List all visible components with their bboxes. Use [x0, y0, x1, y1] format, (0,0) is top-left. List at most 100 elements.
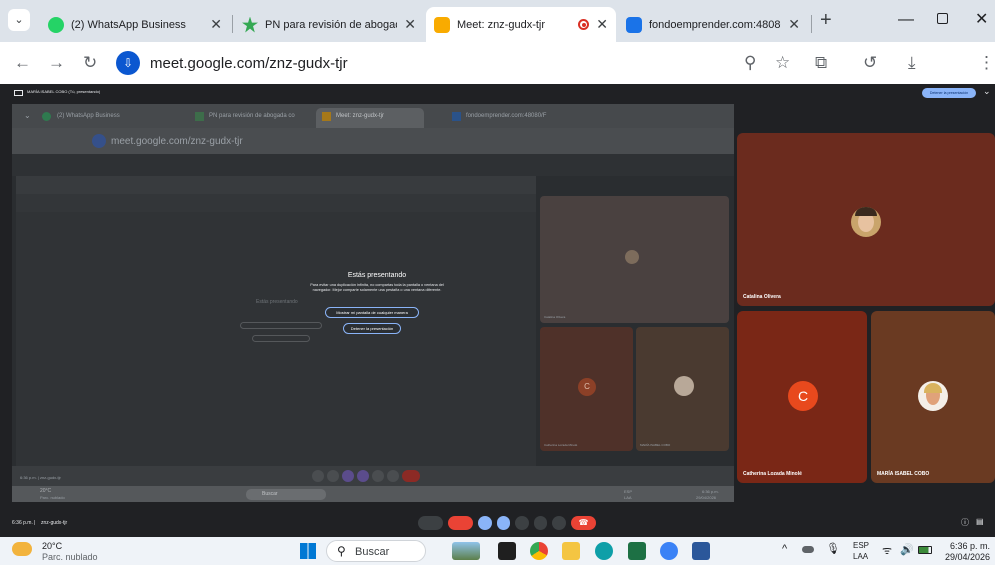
- nested-search-text: Buscar: [262, 491, 278, 497]
- tab-pn-revision[interactable]: PN para revisión de abogada con ✕: [234, 7, 424, 42]
- presenting-bar: MARÍA ISABEL COBO (Tú, presentando) Dete…: [0, 84, 995, 102]
- close-icon[interactable]: ✕: [596, 16, 608, 33]
- clock-time[interactable]: 6:36 p. m.: [944, 541, 990, 551]
- menu-icon[interactable]: ⋮: [978, 53, 995, 73]
- nested-name: Catherina Lozada Minolé: [544, 443, 578, 447]
- tab-fondoemprender[interactable]: fondoemprender.com:48080/For ✕: [618, 7, 808, 42]
- taskbar-search[interactable]: ⚲ Buscar: [326, 540, 426, 562]
- meeting-code: znz-gudx-tjr: [41, 520, 68, 526]
- more-options-button[interactable]: [552, 516, 566, 530]
- forward-button[interactable]: →: [48, 53, 65, 73]
- tab-whatsapp[interactable]: (2) WhatsApp Business ✕: [40, 7, 230, 42]
- stop-presenting-label: Detener la presentación: [929, 91, 969, 95]
- meet-icon: [434, 16, 450, 33]
- participant-tile-catalina[interactable]: Catalina Olivera: [737, 133, 995, 306]
- nested-temp: 20°C: [40, 488, 52, 494]
- site-info-icon[interactable]: ⇩: [116, 51, 140, 75]
- stop-presenting-button[interactable]: Detener la presentación: [922, 88, 976, 98]
- participant-tile-maria-isabel[interactable]: MARÍA ISABEL COBO: [871, 311, 995, 483]
- weather-temp[interactable]: 20°C: [42, 541, 62, 551]
- onedrive-icon[interactable]: [802, 546, 814, 553]
- nested-tab-label: fondoemprender.com:48080/F: [466, 113, 547, 119]
- raise-hand-button[interactable]: [533, 516, 548, 530]
- nested-lang: ESP: [624, 489, 633, 494]
- nested-search: [246, 489, 326, 500]
- nested-clock: 6:36 p.m.: [702, 489, 719, 494]
- tab-meet[interactable]: Meet: znz-gudx-tjr ✕: [426, 7, 616, 42]
- minimize-button[interactable]: —: [898, 11, 914, 29]
- close-icon[interactable]: ✕: [210, 16, 222, 33]
- copilot-icon[interactable]: [660, 542, 678, 560]
- show-screen-anyway-button[interactable]: Mostrar mi pantalla de cualquier manera: [325, 307, 419, 318]
- history-icon[interactable]: ↺: [863, 53, 877, 73]
- emoji-button[interactable]: [515, 516, 529, 530]
- language-indicator[interactable]: ESP: [853, 541, 869, 550]
- clock-date[interactable]: 29/04/2026: [940, 552, 990, 562]
- restore-button[interactable]: [937, 13, 948, 24]
- present-icon: [14, 90, 23, 96]
- meeting-separator: |: [34, 520, 36, 526]
- nested-url: meet.google.com/znz-gudx-tjr: [111, 136, 243, 147]
- more-options-icon[interactable]: ⌄: [983, 86, 991, 97]
- word-icon[interactable]: [692, 542, 710, 560]
- close-icon[interactable]: ✕: [404, 16, 416, 33]
- hangup-button[interactable]: ☎: [570, 516, 597, 530]
- overlay-text: Para evitar una duplicación infinita, no…: [310, 283, 444, 292]
- close-icon[interactable]: ✕: [788, 16, 800, 33]
- edge-icon[interactable]: [595, 542, 613, 560]
- tab-label: PN para revisión de abogada con: [265, 18, 397, 31]
- volume-icon[interactable]: 🔊: [900, 543, 914, 556]
- captions-button[interactable]: [478, 516, 492, 530]
- address-bar[interactable]: ⇩ meet.google.com/znz-gudx-tjr: [110, 48, 815, 78]
- meet-control-bar: 6:36 p.m. | znz-gudx-tjr ☎ ⓘ ▤: [0, 507, 995, 537]
- wifi-icon[interactable]: ᯤ: [882, 543, 892, 558]
- file-explorer-icon[interactable]: [562, 542, 580, 560]
- nested-name: Catalina Olivera: [544, 315, 566, 319]
- nested-tab-label: Meet: znz-gudx-tjr: [336, 113, 385, 119]
- nested-name: MARÍA ISABEL COBO: [640, 443, 671, 447]
- reload-button[interactable]: ↻: [83, 53, 97, 73]
- nested-controls: [312, 470, 436, 482]
- present-button[interactable]: [496, 516, 511, 530]
- stop-presenting-nested-button[interactable]: Detener la presentación: [343, 323, 401, 334]
- weather-desc[interactable]: Parc. nublado: [42, 552, 98, 562]
- landscape-app-icon[interactable]: [452, 542, 480, 560]
- task-view-icon[interactable]: [498, 542, 516, 560]
- download-icon[interactable]: ⤓: [908, 53, 916, 73]
- language-indicator-2[interactable]: LAA: [853, 552, 868, 561]
- participant-avatar: C: [788, 381, 818, 411]
- nested-lang2: LAA: [624, 495, 632, 500]
- fondo-icon: [626, 16, 642, 33]
- extensions-icon[interactable]: ⧉: [815, 53, 827, 73]
- excel-icon[interactable]: [628, 542, 646, 560]
- mirror-title: Estás presentando: [256, 299, 298, 305]
- chat-icon[interactable]: ▤: [976, 517, 984, 526]
- tab-strip: ⌄ (2) WhatsApp Business ✕ PN para revisi…: [0, 0, 995, 42]
- sheets-star-icon: [195, 112, 204, 121]
- tab-label: (2) WhatsApp Business: [71, 18, 186, 31]
- tab-label: Meet: znz-gudx-tjr: [457, 18, 546, 31]
- tab-search-button[interactable]: ⌄: [8, 9, 30, 31]
- info-icon[interactable]: ⓘ: [961, 517, 969, 528]
- participant-name: MARÍA ISABEL COBO: [877, 471, 930, 477]
- mic-options-button[interactable]: [418, 516, 444, 530]
- new-tab-button[interactable]: +: [820, 10, 832, 30]
- nested-weather: Parc. nublado: [40, 495, 65, 500]
- participant-tile-catherina[interactable]: C Catherina Lozada Minolé: [737, 311, 867, 483]
- chevron-up-icon[interactable]: ^: [782, 543, 787, 555]
- nested-avatar: [674, 376, 694, 396]
- back-button[interactable]: ←: [14, 53, 31, 73]
- chrome-icon[interactable]: [530, 542, 548, 560]
- search-icon: ⚲: [337, 544, 346, 558]
- battery-icon[interactable]: [918, 546, 932, 554]
- windows-start-icon[interactable]: [300, 543, 316, 559]
- nested-avatar: C: [578, 378, 596, 396]
- overlay-title: Estás presentando: [347, 272, 407, 279]
- close-window-button[interactable]: ✕: [975, 9, 988, 29]
- participant-avatar: [851, 207, 881, 237]
- zoom-icon[interactable]: ⚲: [744, 53, 756, 73]
- camera-off-button[interactable]: [448, 516, 474, 530]
- weather-icon[interactable]: [12, 542, 32, 556]
- bookmark-star-icon[interactable]: ☆: [775, 53, 790, 73]
- mic-tray-icon[interactable]: 🎙: [826, 542, 840, 555]
